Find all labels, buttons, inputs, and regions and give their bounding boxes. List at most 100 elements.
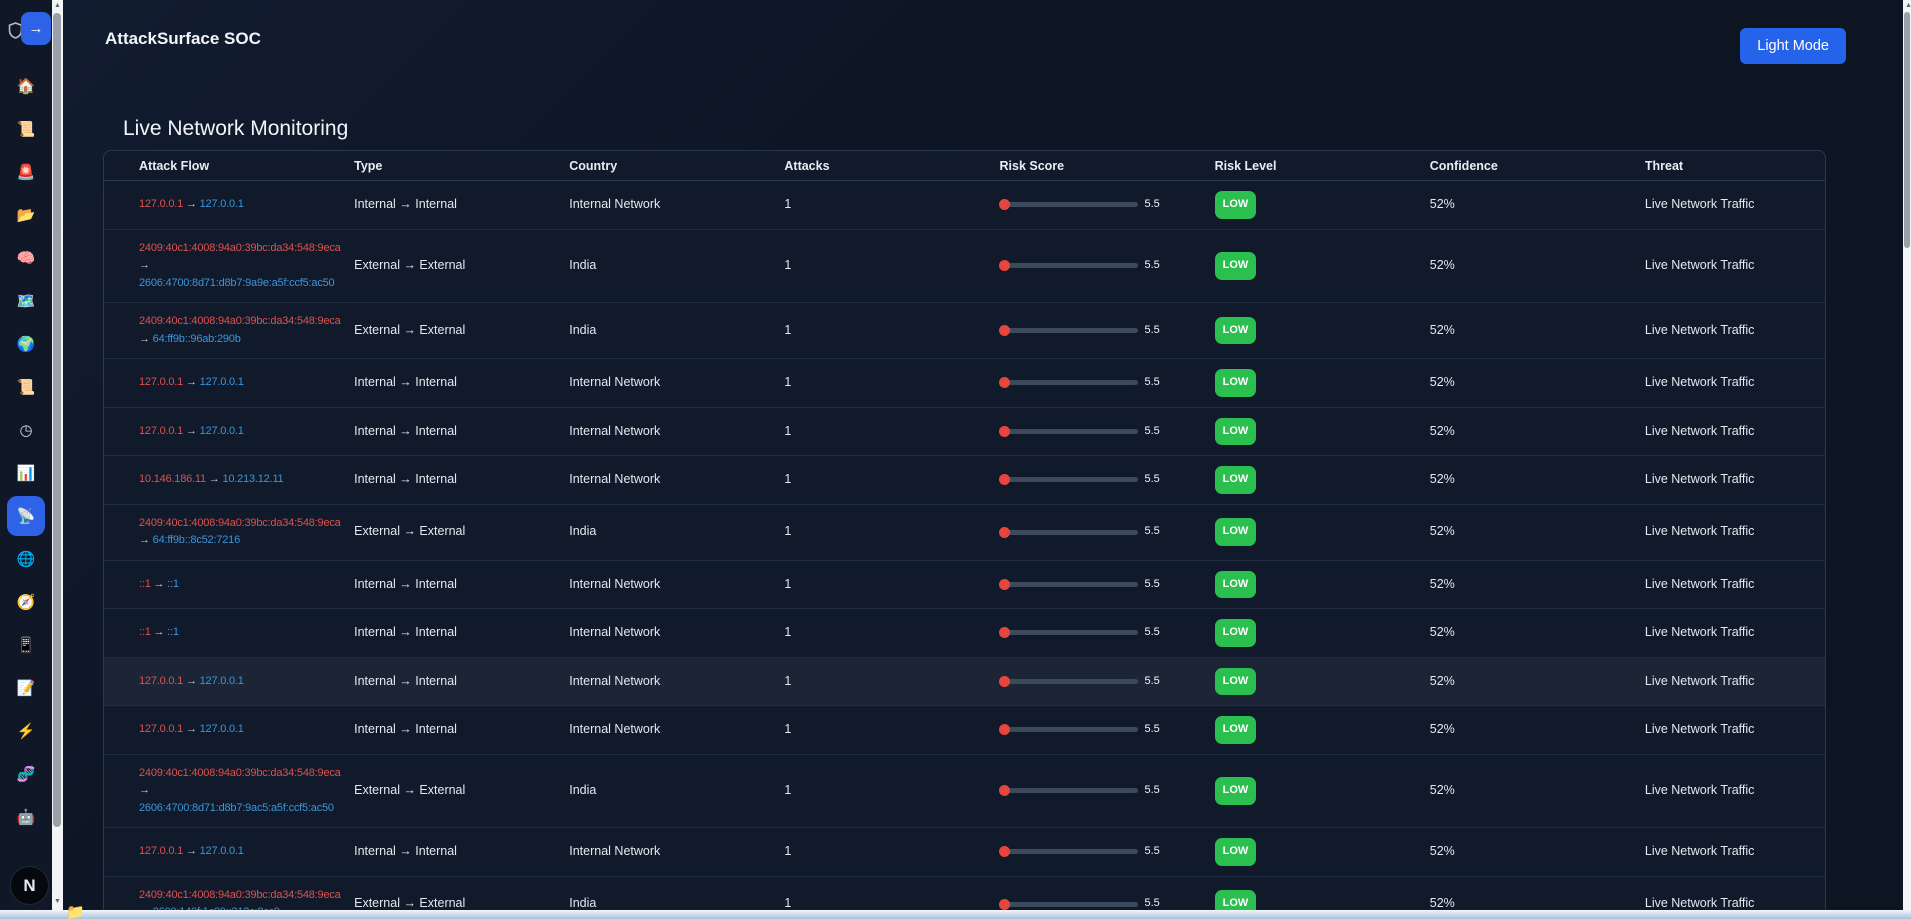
- source-ip: 127.0.0.1: [139, 845, 184, 857]
- risk-score-fill-dot: [998, 377, 1010, 389]
- risk-score-bar: [998, 474, 1138, 486]
- sidebar-item-satellite[interactable]: 📡: [0, 496, 52, 536]
- risk-score-value: 5.5: [1144, 473, 1160, 485]
- table-row[interactable]: 127.0.0.1 → 127.0.0.1 Internal → Internal…: [104, 407, 1825, 456]
- light-mode-button[interactable]: Light Mode: [1740, 28, 1846, 64]
- risk-score-fill-dot: [998, 675, 1010, 687]
- table-row[interactable]: 127.0.0.1 → 127.0.0.1 Internal → Internal…: [104, 705, 1825, 755]
- attacks-cell: 1: [749, 302, 965, 359]
- sidebar-item-siren[interactable]: 🚨: [0, 158, 52, 186]
- source-ip: 127.0.0.1: [139, 424, 184, 437]
- risk-level-cell: LOW: [1179, 608, 1395, 658]
- type-cell: Internal → Internal: [319, 608, 535, 658]
- table-row[interactable]: 127.0.0.1 → 127.0.0.1 Internal → Internal…: [104, 827, 1825, 877]
- risk-level-cell: LOW: [1179, 705, 1395, 755]
- sidebar-item-dna[interactable]: 🧬: [0, 760, 52, 788]
- confidence-cell: 52%: [1394, 754, 1610, 828]
- type-cell: Internal → Internal: [319, 705, 535, 755]
- horizontal-scrollbar[interactable]: [0, 910, 1911, 919]
- dna-icon: 🧬: [16, 766, 36, 783]
- sidebar-item-earth-globe[interactable]: 🌍: [0, 330, 52, 358]
- sidebar-item-compass[interactable]: 🧭: [0, 588, 52, 616]
- earth-globe-icon: 🌍: [16, 336, 36, 353]
- risk-level-badge: LOW: [1214, 570, 1257, 598]
- scroll-icon-2: 📜: [16, 379, 36, 396]
- table-row[interactable]: 127.0.0.1 → 127.0.0.1 Internal → Internal…: [104, 180, 1825, 230]
- risk-score-bar: [998, 526, 1138, 538]
- flow-arrow-icon: →: [185, 424, 197, 437]
- destination-ip: ::1: [167, 577, 179, 590]
- table-row[interactable]: 2409:40c1:4008:94a0:39bc:da34:548:9eca →…: [104, 504, 1825, 561]
- app-title: AttackSurface SOC: [105, 29, 261, 48]
- source-ip: 2409:40c1:4008:94a0:39bc:da34:548:9eca: [139, 241, 341, 254]
- risk-score-value: 5.5: [1144, 577, 1160, 590]
- table-row[interactable]: ::1 → ::1 Internal → Internal Internal Net…: [104, 608, 1825, 658]
- risk-score-bar: [998, 675, 1138, 687]
- scroll-icon: 📜: [16, 121, 36, 138]
- sidebar-item-world-map[interactable]: 🗺️: [0, 287, 52, 315]
- destination-ip: 64:ff9b::8c52:7216: [152, 534, 241, 546]
- page-scrollbar[interactable]: ▲: [1903, 0, 1911, 919]
- destination-ip: 127.0.0.1: [199, 723, 244, 735]
- risk-score-value: 5.5: [1144, 323, 1160, 336]
- sidebar-item-globe-meridians[interactable]: 🌐: [0, 545, 52, 573]
- destination-ip: 2606:4700:8d71:d8b7:9ac5:a5f:ccf5:ac50: [139, 801, 334, 814]
- sidebar-item-folder[interactable]: 📂: [0, 201, 52, 229]
- risk-score-cell: 5.5: [964, 705, 1180, 755]
- table-row[interactable]: 2409:40c1:4008:94a0:39bc:da34:548:9eca →…: [104, 229, 1825, 303]
- risk-level-badge: LOW: [1214, 252, 1257, 280]
- sidebar-scrollbar[interactable]: ▲ ▼: [52, 0, 63, 919]
- type-cell: Internal → Internal: [319, 827, 535, 877]
- destination-ip: 127.0.0.1: [199, 845, 244, 857]
- risk-score-cell: 5.5: [964, 560, 1180, 609]
- sidebar-collapse-button[interactable]: →: [21, 12, 51, 45]
- table-row[interactable]: ::1 → ::1 Internal → Internal Internal Net…: [104, 560, 1825, 609]
- table-row[interactable]: 127.0.0.1 → 127.0.0.1 Internal → Internal…: [104, 657, 1825, 706]
- risk-score-cell: 5.5: [964, 608, 1180, 658]
- country-cell: Internal Network: [534, 827, 750, 877]
- source-ip: 2409:40c1:4008:94a0:39bc:da34:548:9eca: [139, 888, 341, 901]
- source-ip: 2409:40c1:4008:94a0:39bc:da34:548:9eca: [139, 766, 341, 779]
- risk-score-value: 5.5: [1144, 674, 1160, 687]
- sidebar-item-home[interactable]: 🏠: [0, 72, 52, 100]
- attacks-cell: 1: [749, 229, 965, 303]
- scroll-down-icon[interactable]: ▼: [52, 897, 63, 907]
- risk-level-cell: LOW: [1179, 827, 1395, 877]
- sidebar-scrollbar-thumb[interactable]: [53, 13, 61, 827]
- risk-score-bar: [998, 724, 1138, 736]
- sidebar-item-scroll[interactable]: 📜: [0, 115, 52, 143]
- sidebar-item-bar-chart[interactable]: 📊: [0, 459, 52, 487]
- attacks-cell: 1: [749, 657, 965, 706]
- table-row[interactable]: 2409:40c1:4008:94a0:39bc:da34:548:9eca →…: [104, 754, 1825, 828]
- sidebar-item-robot[interactable]: 🤖: [0, 803, 52, 831]
- sidebar-item-lightning[interactable]: ⚡: [0, 717, 52, 745]
- risk-level-cell: LOW: [1179, 455, 1395, 505]
- table-row[interactable]: 2409:40c1:4008:94a0:39bc:da34:548:9eca →…: [104, 302, 1825, 359]
- country-cell: India: [534, 754, 750, 828]
- risk-level-cell: LOW: [1179, 560, 1395, 609]
- page-scrollbar-thumb[interactable]: [1904, 12, 1910, 248]
- sidebar-item-mobile-phone[interactable]: 📱: [0, 631, 52, 659]
- table-row[interactable]: 10.146.186.11 → 10.213.12.11 Internal → I…: [104, 455, 1825, 505]
- scroll-up-icon[interactable]: ▲: [1903, 1, 1911, 11]
- confidence-cell: 52%: [1394, 358, 1610, 408]
- sidebar-item-memo[interactable]: 📝: [0, 674, 52, 702]
- risk-score-value: 5.5: [1144, 198, 1160, 210]
- risk-level-badge: LOW: [1214, 838, 1257, 866]
- sidebar-item-timer[interactable]: ◷: [0, 416, 52, 444]
- attacks-cell: 1: [749, 455, 965, 505]
- n-logo-avatar[interactable]: N: [10, 866, 49, 905]
- destination-ip: 64:ff9b::96ab:290b: [152, 332, 241, 345]
- flow-arrow-icon: →: [185, 723, 197, 735]
- attacks-cell: 1: [749, 358, 965, 408]
- table-row[interactable]: 127.0.0.1 → 127.0.0.1 Internal → Internal…: [104, 358, 1825, 408]
- bar-chart-icon: 📊: [16, 465, 36, 482]
- scroll-up-icon[interactable]: ▲: [52, 1, 63, 11]
- sidebar-item-scroll-2[interactable]: 📜: [0, 373, 52, 401]
- type-cell: Internal → Internal: [319, 455, 535, 505]
- sidebar-item-brain[interactable]: 🧠: [0, 244, 52, 272]
- risk-score-fill-dot: [998, 325, 1010, 336]
- type-cell: Internal → Internal: [319, 180, 535, 230]
- threat-cell: Live Network Traffic: [1609, 754, 1825, 828]
- risk-score-cell: 5.5: [964, 180, 1180, 230]
